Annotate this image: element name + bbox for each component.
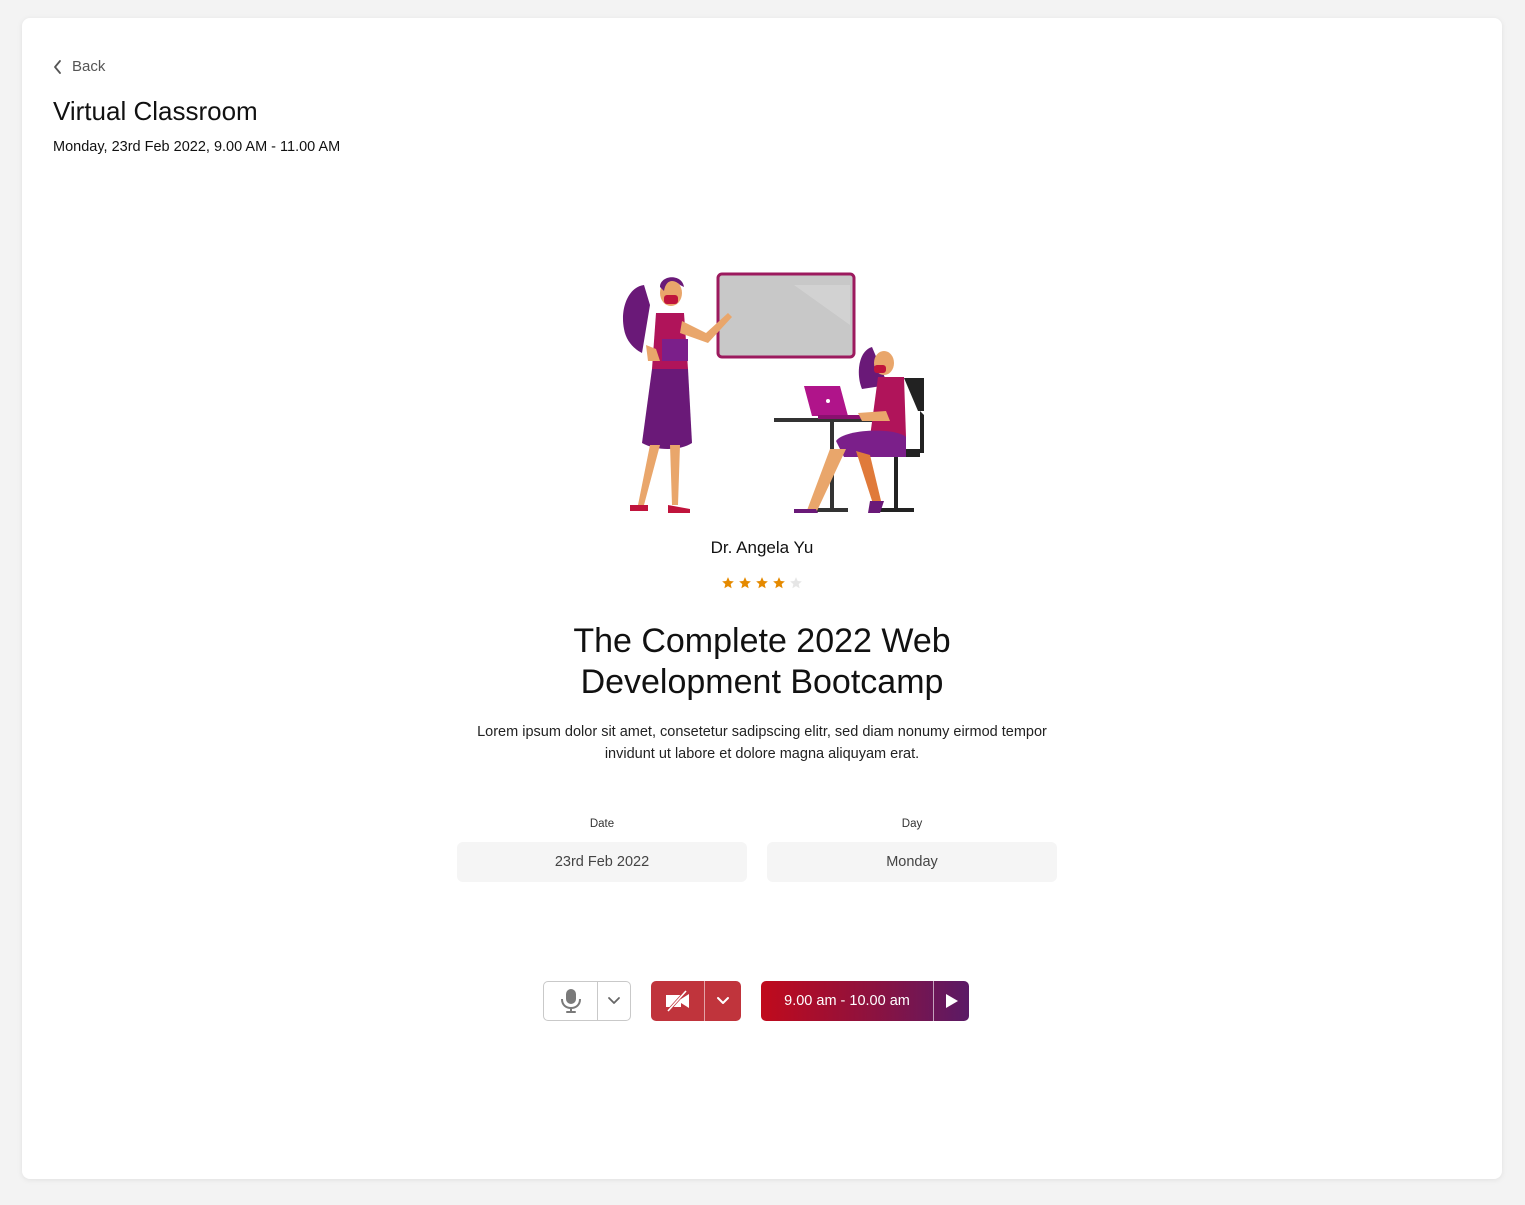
camera-control — [651, 981, 741, 1021]
camera-off-icon — [665, 990, 689, 1012]
course-description: Lorem ipsum dolor sit amet, consetetur s… — [477, 724, 1047, 762]
star-filled-icon — [739, 577, 751, 589]
course-title: The Complete 2022 Web Development Bootca… — [22, 621, 1502, 703]
day-value[interactable]: Monday — [767, 842, 1057, 882]
chevron-left-icon — [54, 59, 61, 74]
star-filled-icon — [773, 577, 785, 589]
instructor-name: Dr. Angela Yu — [710, 538, 814, 557]
chevron-down-icon — [717, 997, 729, 1004]
rating-stars — [22, 576, 1502, 590]
play-button[interactable] — [934, 981, 969, 1021]
course-title-line-1: The Complete 2022 Web — [573, 622, 951, 660]
join-session-control: 9.00 am - 10.00 am — [761, 981, 969, 1021]
session-datetime: Monday, 23rd Feb 2022, 9.00 AM - 11.00 A… — [53, 139, 341, 155]
microphone-control — [543, 981, 631, 1021]
microphone-options-button[interactable] — [598, 982, 630, 1020]
camera-options-button[interactable] — [705, 981, 741, 1021]
microphone-button[interactable] — [544, 982, 598, 1020]
call-controls: 9.00 am - 10.00 am — [543, 981, 969, 1021]
course-title-line-2: Development Bootcamp — [580, 663, 944, 701]
day-label: Day — [901, 818, 923, 830]
date-label: Date — [589, 818, 615, 830]
camera-button[interactable] — [651, 981, 705, 1021]
microphone-icon — [560, 989, 581, 1013]
play-icon — [945, 994, 958, 1008]
page-title: Virtual Classroom — [53, 96, 258, 126]
star-empty-icon — [790, 577, 802, 589]
day-field: Day Monday — [767, 818, 1057, 882]
back-link[interactable]: Back — [52, 58, 105, 75]
classroom-card: Back Virtual Classroom Monday, 23rd Feb … — [22, 18, 1502, 1179]
back-label: Back — [72, 58, 106, 75]
classroom-illustration — [622, 272, 924, 513]
date-field: Date 23rd Feb 2022 — [457, 818, 747, 882]
session-time-button[interactable]: 9.00 am - 10.00 am — [761, 981, 934, 1021]
star-filled-icon — [722, 577, 734, 589]
star-filled-icon — [756, 577, 768, 589]
date-value[interactable]: 23rd Feb 2022 — [457, 842, 747, 882]
chevron-down-icon — [608, 997, 620, 1004]
